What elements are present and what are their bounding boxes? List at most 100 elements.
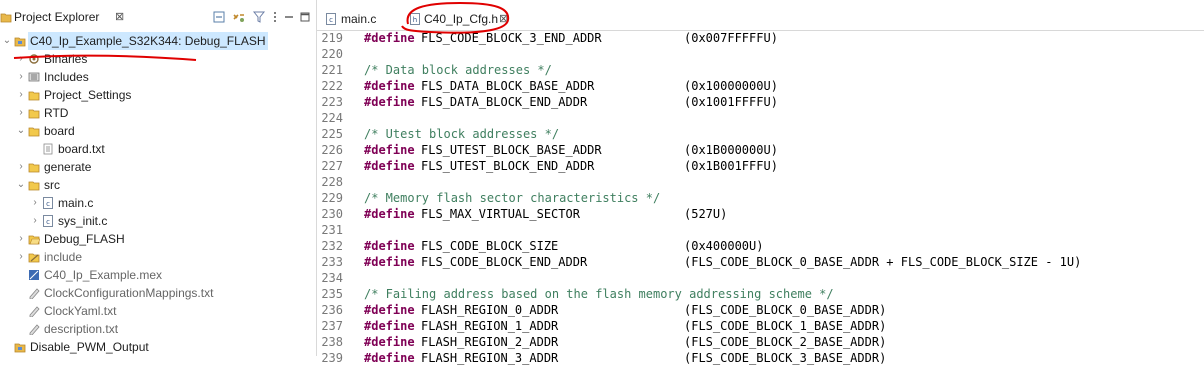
chevron-down-icon[interactable]: ⌄ [16,122,26,140]
code-line[interactable]: 225 /* Utest block addresses */ [317,126,1204,142]
code-line[interactable]: 221 /* Data block addresses */ [317,62,1204,78]
chevron-right-icon[interactable]: › [16,158,26,176]
line-number: 226 [321,143,343,157]
code-line[interactable]: 227 #define FLS_UTEST_BLOCK_END_ADDR (0x1B0… [317,158,1204,174]
macro-name: FLS_UTEST_BLOCK_BASE_ADDR [421,143,602,157]
folder-icon [28,163,40,173]
svg-text:h: h [413,16,417,24]
code-line[interactable]: 223 #define FLS_DATA_BLOCK_END_ADDR (0x1001… [317,94,1204,110]
code-line[interactable]: 220 [317,46,1204,62]
chevron-right-icon[interactable]: › [16,50,26,68]
macro-name: FLS_DATA_BLOCK_END_ADDR [421,95,588,109]
code-line[interactable]: 228 [317,174,1204,190]
code-line[interactable]: 235 /* Failing address based on the flash… [317,286,1204,302]
line-number: 227 [321,159,343,173]
code-line[interactable]: 230 #define FLS_MAX_VIRTUAL_SECTOR (527U) [317,206,1204,222]
tree-item[interactable]: ⌄ C40_Ip_Example_S32K344: Debug_FLASH [0,32,316,50]
tree-item-label: src [44,178,60,192]
tree-item[interactable]: ⌄ board [0,122,316,140]
line-number: 233 [321,255,343,269]
code-line[interactable]: 229 /* Memory flash sector characteristic… [317,190,1204,206]
line-number: 230 [321,207,343,221]
chevron-down-icon[interactable]: ⌄ [16,176,26,194]
code-line[interactable]: 238 #define FLASH_REGION_2_ADDR (FLS_CODE_B… [317,334,1204,350]
keyword-define: #define [364,239,415,253]
tree-item-label: Binaries [44,52,88,66]
macro-value: (0x007FFFFFU) [684,31,778,45]
link-with-editor-icon[interactable] [232,10,246,24]
line-number: 222 [321,79,343,93]
tree-item-label: include [44,250,83,264]
code-line[interactable]: 234 [317,270,1204,286]
editor-area: c main.c h C40_Ip_Cfg.h ⊠ 219 #define FLS_… [317,0,1204,365]
maximize-icon[interactable] [298,10,312,24]
tree-item[interactable]: › RTD [0,104,316,122]
line-number: 236 [321,303,343,317]
minimize-icon[interactable] [282,10,296,24]
tree-item-label: sys_init.c [58,214,108,228]
chevron-right-icon[interactable]: › [16,104,26,122]
line-number: 234 [321,271,343,285]
tree-item[interactable]: ⌄ src [0,176,316,194]
macro-name: FLS_UTEST_BLOCK_END_ADDR [421,159,595,173]
chevron-right-icon[interactable]: › [30,194,40,212]
line-number: 237 [321,319,343,333]
tree-item[interactable]: description.txt [0,320,316,338]
tree-item[interactable]: board.txt [0,140,316,158]
tree-item[interactable]: › c sys_init.c [0,212,316,230]
filter-icon[interactable] [252,10,266,24]
tree-item-label: ClockConfigurationMappings.txt [44,286,214,300]
code-line[interactable]: 224 [317,110,1204,126]
view-menu-icon[interactable] [268,10,282,24]
tab-main-c[interactable]: c main.c [323,8,403,30]
tree-item[interactable]: ClockYaml.txt [0,302,316,320]
tree-item[interactable]: › generate [0,158,316,176]
code-line[interactable]: 219 #define FLS_CODE_BLOCK_3_END_ADDR (0x00… [317,30,1204,46]
code-line[interactable]: 236 #define FLASH_REGION_0_ADDR (FLS_CODE_B… [317,302,1204,318]
chevron-right-icon[interactable]: › [16,248,26,266]
tree-item-label: board [44,124,75,138]
tree-item-label: Includes [44,70,89,84]
macro-name: FLASH_REGION_0_ADDR [421,303,559,317]
chevron-right-icon[interactable]: › [16,86,26,104]
collapse-all-icon[interactable] [212,10,226,24]
code-line[interactable]: 233 #define FLS_CODE_BLOCK_END_ADDR (FLS_CO… [317,254,1204,270]
line-number: 229 [321,191,343,205]
folder-icon [28,109,40,119]
chevron-down-icon[interactable]: ⌄ [2,32,12,50]
binaries-icon [29,54,39,64]
c-file-icon: c [326,13,336,25]
code-line[interactable]: 226 #define FLS_UTEST_BLOCK_BASE_ADDR (0x1B… [317,142,1204,158]
code-line[interactable]: 231 [317,222,1204,238]
tree-item[interactable]: ClockConfigurationMappings.txt [0,284,316,302]
tree-item[interactable]: › include [0,248,316,266]
tree-item[interactable]: › Project_Settings [0,86,316,104]
tree-item[interactable]: › Includes [0,68,316,86]
code-comment: /* Failing address based on the flash me… [364,287,834,301]
tab-c40-ip-cfg-h[interactable]: h C40_Ip_Cfg.h ⊠ [405,8,509,30]
close-icon[interactable]: ⊠ [499,8,508,30]
code-line[interactable]: 232 #define FLS_CODE_BLOCK_SIZE (0x400000U) [317,238,1204,254]
tree-item[interactable]: Disable_PWM_Output [0,338,316,356]
tree-item[interactable]: › Debug_FLASH [0,230,316,248]
chevron-right-icon[interactable]: › [16,68,26,86]
code-line[interactable]: 222 #define FLS_DATA_BLOCK_BASE_ADDR (0x100… [317,78,1204,94]
close-icon[interactable]: ⊠ [115,10,124,23]
code-line[interactable]: 237 #define FLASH_REGION_1_ADDR (FLS_CODE_B… [317,318,1204,334]
line-number: 232 [321,239,343,253]
chevron-right-icon[interactable]: › [30,212,40,230]
tree-item[interactable]: C40_Ip_Example.mex [0,266,316,284]
macro-name: FLS_DATA_BLOCK_BASE_ADDR [421,79,595,93]
tree-item[interactable]: › c main.c [0,194,316,212]
macro-value: (FLS_CODE_BLOCK_1_BASE_ADDR) [684,319,887,333]
includes-icon [28,72,40,82]
tree-item-label: C40_Ip_Example_S32K344: Debug_FLASH [28,32,268,50]
svg-text:c: c [46,218,50,226]
project-explorer-title[interactable]: Project Explorer [14,10,99,24]
tree-item[interactable]: › Binaries [0,50,316,68]
code-comment: /* Memory flash sector characteristics *… [364,191,661,205]
keyword-define: #define [364,143,415,157]
chevron-right-icon[interactable]: › [16,230,26,248]
text-file-icon [43,143,53,155]
code-line[interactable]: 239 #define FLASH_REGION_3_ADDR (FLS_CODE_B… [317,350,1204,366]
